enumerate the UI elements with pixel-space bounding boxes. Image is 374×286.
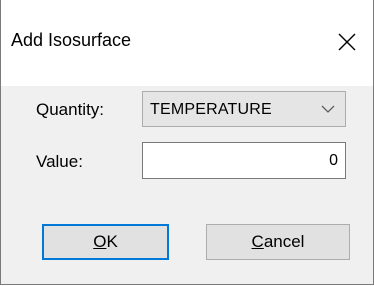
- close-icon: [338, 33, 356, 51]
- value-label: Value:: [36, 152, 83, 171]
- cancel-button-label: Cancel: [252, 232, 305, 252]
- chevron-down-icon: [321, 105, 335, 113]
- dialog-title: Add Isosurface: [11, 30, 132, 50]
- quantity-select[interactable]: TEMPERATURE: [142, 91, 346, 127]
- title-bar: Add Isosurface: [1, 0, 373, 86]
- cancel-label-rest: ancel: [263, 232, 305, 251]
- ok-button[interactable]: OK: [42, 224, 169, 260]
- ok-label-rest: K: [106, 232, 118, 251]
- value-input[interactable]: [142, 142, 346, 179]
- cancel-mnemonic: C: [251, 232, 264, 251]
- ok-mnemonic: O: [93, 232, 107, 251]
- quantity-label: Quantity:: [36, 100, 105, 119]
- quantity-selected-value: TEMPERATURE: [150, 101, 272, 118]
- cancel-button[interactable]: Cancel: [206, 224, 350, 260]
- close-button[interactable]: [331, 26, 363, 58]
- ok-button-label: OK: [93, 232, 118, 252]
- add-isosurface-dialog: Add Isosurface Quantity: TEMPERATURE Val…: [0, 0, 374, 285]
